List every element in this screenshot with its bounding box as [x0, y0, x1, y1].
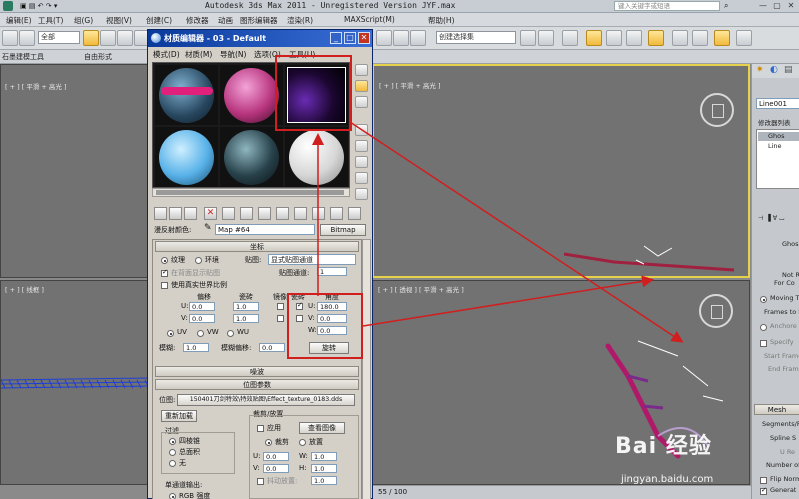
- baidu-watermark: Bai 经验 jingyan.baidu.com: [611, 428, 761, 498]
- baidu-url: jingyan.baidu.com: [621, 474, 714, 485]
- baidu-logo: Bai 经验: [615, 434, 712, 459]
- annotation-arrows: [312, 121, 684, 343]
